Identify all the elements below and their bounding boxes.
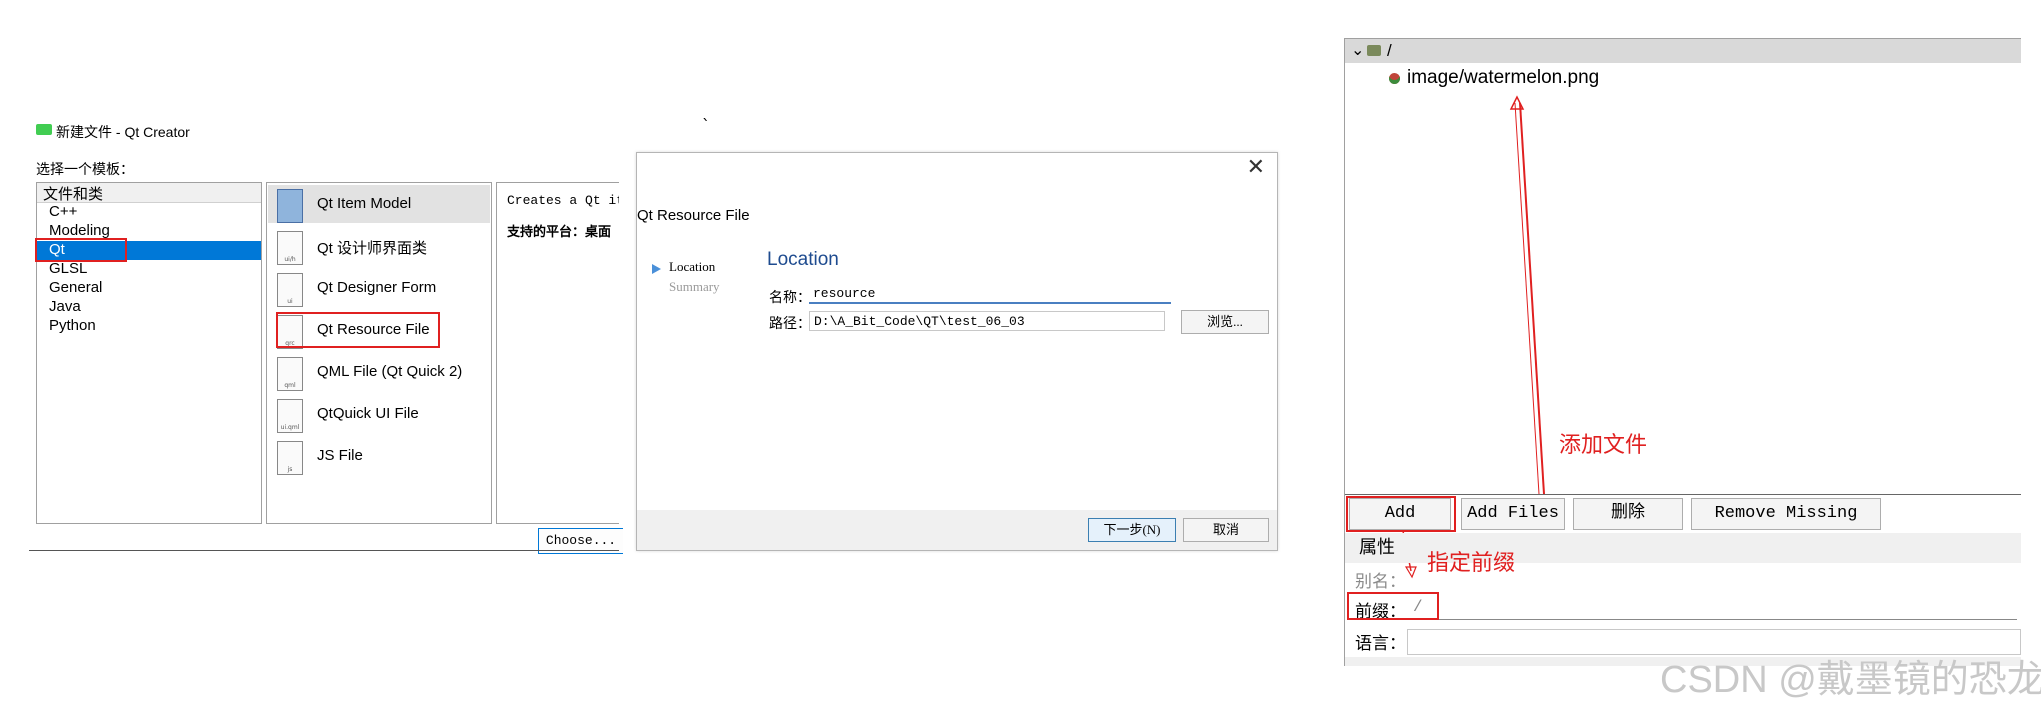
arrow-to-file-outline — [1514, 102, 1540, 495]
template-label: JS File — [317, 447, 363, 464]
template-label: Qt Designer Form — [317, 279, 437, 296]
section-heading: Location — [767, 249, 839, 270]
js-file-icon: js — [277, 441, 303, 475]
qml-file-icon: qml — [277, 357, 303, 391]
template-label: Qt Item Model — [317, 195, 412, 212]
highlight-box-add-prefix — [1346, 496, 1456, 532]
properties-label: 属性 — [1359, 539, 1395, 559]
divider — [1345, 494, 2021, 495]
template-description-pane: Creates a Qt ite 支持的平台：桌面 — [496, 182, 619, 524]
template-label: QtQuick UI File — [317, 405, 419, 422]
qt-creator-logo-icon — [36, 124, 52, 135]
add-files-button[interactable]: Add Files — [1461, 498, 1565, 530]
path-input[interactable] — [809, 311, 1165, 331]
path-label: 路径： — [769, 317, 811, 332]
step-summary: Summary — [669, 279, 720, 294]
highlight-box-prefix — [1347, 592, 1439, 620]
current-step-arrow-icon — [652, 264, 661, 274]
category-item-general[interactable]: General — [49, 279, 102, 296]
wizard-footer — [637, 510, 1277, 550]
icon-caption: qml — [284, 382, 296, 389]
delete-button[interactable]: 删除 — [1573, 498, 1683, 530]
watermark: CSDN @戴墨镜的恐龙 — [1660, 659, 2041, 701]
ui-file-icon: ui — [277, 273, 303, 307]
window-title: 新建文件 - Qt Creator — [56, 124, 190, 140]
remove-missing-files-button[interactable]: Remove Missing Files — [1691, 498, 1881, 553]
arrow-to-file — [1519, 102, 1545, 495]
next-button[interactable]: 下一步(N) — [1088, 518, 1176, 542]
annotation-prefix: 指定前缀 — [1427, 550, 1516, 575]
step-location: Location — [669, 259, 716, 274]
category-header: 文件和类 — [43, 186, 104, 203]
close-icon[interactable]: ✕ — [1247, 157, 1265, 179]
cancel-button[interactable]: 取消 — [1183, 518, 1269, 542]
ui-h-file-icon: ui/h — [277, 231, 303, 265]
browse-button[interactable]: 浏览... — [1181, 310, 1269, 334]
highlight-box-resource-file — [276, 312, 440, 348]
category-item-glsl[interactable]: GLSL — [49, 260, 87, 277]
stray-mark: ` — [702, 116, 710, 135]
category-item-java[interactable]: Java — [49, 298, 81, 315]
item-model-file-icon — [277, 189, 303, 223]
template-label: QML File (Qt Quick 2) — [317, 363, 463, 380]
template-label: Qt 设计师界面类 — [317, 240, 428, 257]
annotation-add-file: 添加文件 — [1559, 432, 1648, 457]
resource-editor: ⌄ / image/watermelon.png 添加文件 Add Prefix… — [1344, 38, 2021, 666]
name-input[interactable] — [809, 284, 1171, 304]
category-header-row[interactable]: 文件和类 — [37, 183, 261, 203]
template-list[interactable]: Qt Item Model ui/h Qt 设计师界面类 ui Qt Desig… — [266, 182, 492, 524]
category-item-cpp[interactable]: C++ — [49, 203, 77, 220]
platform-text: 支持的平台：桌面 — [507, 224, 612, 239]
name-label: 名称： — [769, 291, 811, 306]
icon-caption: ui — [287, 298, 293, 305]
ui-qml-file-icon: ui.qml — [277, 399, 303, 433]
icon-caption: ui/h — [284, 256, 296, 263]
divider — [29, 550, 619, 551]
resource-file-wizard: ✕ Qt Resource File Location Summary Loca… — [636, 152, 1278, 551]
category-list[interactable]: 文件和类 C++ Modeling Qt GLSL General Java P… — [36, 182, 262, 524]
prefix-input[interactable] — [1409, 595, 2017, 620]
alias-label: 别名： — [1355, 574, 1406, 593]
language-label: 语言： — [1355, 636, 1406, 655]
highlight-box-qt — [35, 238, 127, 262]
description-text: Creates a Qt ite — [507, 193, 619, 208]
icon-caption: js — [287, 466, 293, 473]
choose-template-label: 选择一个模板： — [36, 161, 134, 177]
icon-caption: ui.qml — [280, 424, 300, 431]
category-item-python[interactable]: Python — [49, 317, 96, 334]
category-item-modeling[interactable]: Modeling — [49, 222, 110, 239]
wizard-title: Qt Resource File — [637, 207, 750, 224]
